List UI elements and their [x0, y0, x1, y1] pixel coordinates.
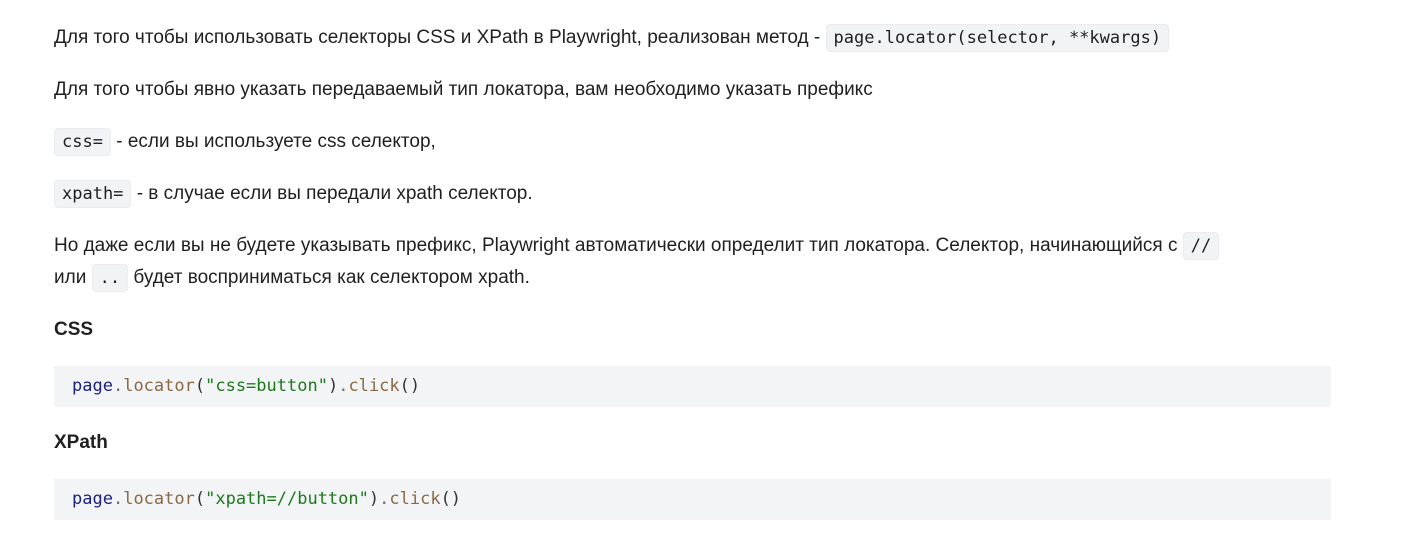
paragraph-text: будет восприниматься как селектором xpat… [128, 267, 530, 288]
code-token-paren: ) [368, 489, 380, 509]
code-token-object: page [72, 376, 113, 396]
paragraph-css-prefix: css= - если вы используете css селектор, [54, 126, 436, 158]
code-token-dot: . [379, 489, 390, 509]
code-token-object: page [72, 489, 113, 509]
heading-css: CSS [54, 319, 94, 340]
code-token-paren: ) [327, 376, 339, 396]
code-token-paren: ( [194, 376, 206, 396]
code-block-xpath[interactable]: page.locator("xpath=//button").click() [54, 479, 1331, 520]
paragraph-auto-detect-line1: Но даже если вы не будете указывать преф… [54, 230, 1220, 262]
inline-code-double-dot: .. [91, 264, 129, 292]
paragraph-xpath-prefix: xpath= - в случае если вы передали xpath… [54, 178, 533, 210]
paragraph-text: Для того чтобы использовать селекторы CS… [54, 27, 826, 48]
inline-code-css-prefix: css= [54, 128, 111, 156]
code-token-paren: () [399, 376, 421, 396]
code-token-string: "css=button" [205, 376, 328, 396]
inline-code-double-slash: // [1182, 232, 1220, 260]
code-token-method: locator [123, 489, 195, 509]
code-token-dot: . [112, 376, 124, 396]
code-token-paren: () [440, 489, 462, 509]
inline-code-xpath-prefix: xpath= [54, 180, 132, 208]
paragraph-text: - если вы используете css селектор, [110, 131, 436, 152]
inline-code-locator: page.locator(selector, **kwargs) [825, 24, 1170, 52]
code-token-method: locator [123, 376, 195, 396]
paragraph-prefix-intro: Для того чтобы явно указать передаваемый… [54, 74, 873, 106]
code-block-css[interactable]: page.locator("css=button").click() [54, 366, 1331, 407]
heading-xpath: XPath [54, 432, 108, 453]
code-token-dot: . [112, 489, 124, 509]
paragraph-locator-method: Для того чтобы использовать селекторы CS… [54, 22, 1170, 54]
code-token-method: click [389, 489, 441, 509]
paragraph-text: - в случае если вы передали xpath селект… [131, 183, 533, 204]
code-token-paren: ( [194, 489, 206, 509]
paragraph-text: Но даже если вы не будете указывать преф… [54, 235, 1183, 256]
paragraph-text: Для того чтобы явно указать передаваемый… [54, 79, 873, 100]
code-token-method: click [348, 376, 400, 396]
code-token-string: "xpath=//button" [205, 489, 369, 509]
paragraph-auto-detect-line2: или .. будет восприниматься как селектор… [54, 262, 530, 294]
paragraph-text: или [54, 267, 92, 288]
code-token-dot: . [338, 376, 349, 396]
